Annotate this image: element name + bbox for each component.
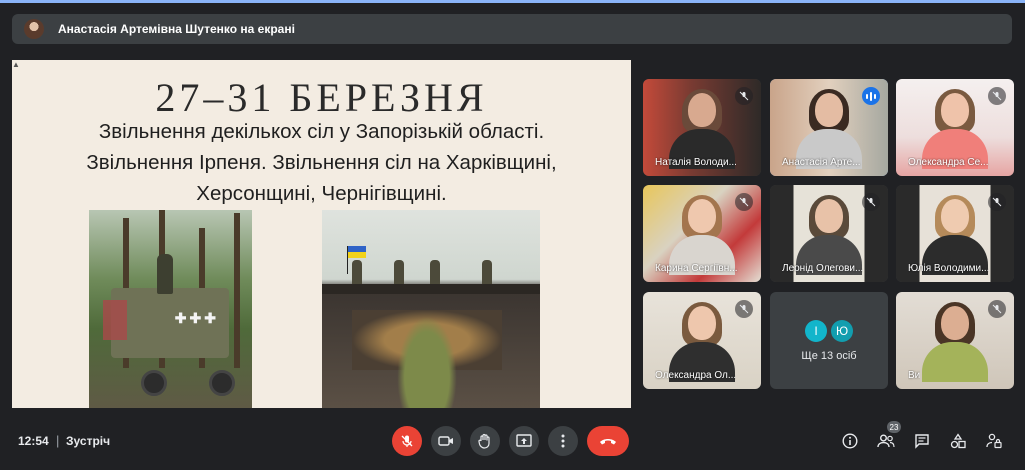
- participant-tile[interactable]: Наталія Володи...: [643, 79, 761, 176]
- presentation-banner: Анастасія Артемівна Шутенко на екрані: [12, 14, 1012, 44]
- participant-avatar: Ю: [831, 319, 853, 342]
- chat-button[interactable]: [912, 431, 932, 451]
- leave-call-button[interactable]: [587, 426, 629, 456]
- more-vert-icon: [561, 434, 565, 448]
- participant-name: Ви: [908, 370, 921, 381]
- participant-avatar: І: [805, 319, 827, 342]
- more-participants-tile[interactable]: І Ю Ще 13 осіб: [770, 292, 888, 389]
- participant-tile[interactable]: Юлія Володими...: [896, 185, 1014, 282]
- activities-icon: [950, 433, 966, 449]
- slide-photo-rooftop: [322, 210, 540, 408]
- mic-off-icon: [735, 193, 753, 211]
- people-button[interactable]: [876, 431, 896, 451]
- camera-toggle-button[interactable]: [431, 426, 461, 456]
- slide-photo-vehicle: ✚✚✚: [89, 210, 252, 408]
- participant-tile[interactable]: Леонід Олегови...: [770, 185, 888, 282]
- mic-off-icon: [988, 87, 1006, 105]
- participant-name: Олександра Се...: [908, 157, 989, 168]
- clock-time: 12:54: [18, 434, 49, 448]
- raise-hand-button[interactable]: [470, 426, 500, 456]
- present-icon: [516, 434, 532, 447]
- slide-text-line-3: Херсонщині, Чернігівщині.: [196, 182, 447, 205]
- chat-icon: [915, 434, 929, 449]
- more-options-button[interactable]: [548, 426, 578, 456]
- participant-name: Наталія Володи...: [655, 157, 737, 168]
- people-count-badge: 23: [887, 421, 901, 433]
- presenter-avatar: [24, 19, 44, 39]
- slide-text-line-1: Звільнення декількох сіл у Запорізькій о…: [98, 120, 545, 143]
- hand-icon: [478, 433, 490, 449]
- more-participants-label: Ще 13 осіб: [801, 349, 857, 362]
- participant-name: Карина Сергіївн...: [655, 263, 738, 274]
- speaking-indicator-icon: [862, 87, 880, 105]
- ukraine-flag-icon: [348, 246, 366, 258]
- activities-button[interactable]: [948, 431, 968, 451]
- participant-name: Олександра Ол...: [655, 370, 737, 381]
- present-screen-button[interactable]: [509, 426, 539, 456]
- host-controls-button[interactable]: [984, 431, 1004, 451]
- mic-off-icon: [735, 300, 753, 318]
- presenting-text: Анастасія Артемівна Шутенко на екрані: [58, 22, 295, 36]
- people-icon: [877, 434, 895, 448]
- mic-off-icon: [862, 193, 880, 211]
- participant-tile[interactable]: Карина Сергіївн...: [643, 185, 761, 282]
- slide-text-line-2: Звільнення Ірпеня. Звільнення сіл на Хар…: [86, 151, 557, 174]
- participant-tile[interactable]: Олександра Се...: [896, 79, 1014, 176]
- participant-name: Анастасія Арте...: [782, 157, 861, 168]
- participant-tile-speaking[interactable]: Анастасія Арте...: [770, 79, 888, 176]
- mic-toggle-button[interactable]: [392, 426, 422, 456]
- mic-off-icon: [988, 193, 1006, 211]
- meeting-title: Зустріч: [66, 434, 111, 448]
- top-accent-line: [0, 0, 1025, 3]
- participant-name: Леонід Олегови...: [782, 263, 864, 274]
- self-tile[interactable]: Ви: [896, 292, 1014, 389]
- lock-person-icon: [986, 433, 1002, 449]
- camera-icon: [438, 436, 453, 446]
- slide-title: 27–31 БЕРЕЗНЯ: [155, 75, 488, 120]
- separator: |: [56, 433, 60, 448]
- mic-off-icon: [735, 87, 753, 105]
- mouse-cursor-icon: ▲: [12, 60, 20, 69]
- mic-off-icon: [988, 300, 1006, 318]
- shared-slide: ▲ 27–31 БЕРЕЗНЯ Звільнення декількох сіл…: [12, 60, 631, 408]
- participant-tile[interactable]: Олександра Ол...: [643, 292, 761, 389]
- end-call-icon: [600, 438, 616, 444]
- info-icon: [842, 433, 858, 449]
- participant-name: Юлія Володими...: [908, 263, 990, 274]
- mic-off-icon: [401, 435, 413, 447]
- meeting-details-button[interactable]: [840, 431, 860, 451]
